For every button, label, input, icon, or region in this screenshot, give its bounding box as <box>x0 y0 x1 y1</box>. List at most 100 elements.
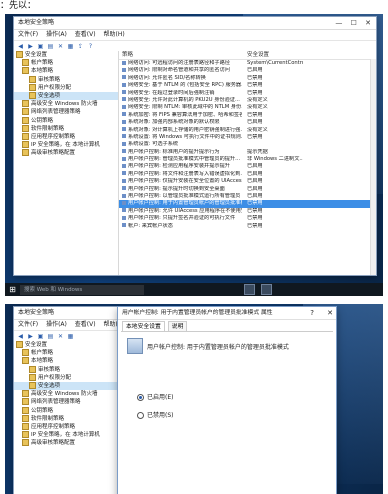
menu-file[interactable]: 文件(F) <box>18 321 38 328</box>
show-tree-icon[interactable]: ▤ <box>47 43 54 50</box>
table-row[interactable]: 网络访问: 可远程访问的注册表路径和子路径 System\CurrentContr… <box>119 60 376 67</box>
back-icon[interactable]: ◀ <box>17 333 24 340</box>
table-row[interactable]: 网络访问: 限制对命名管道和共享的匿名访问 已启用 <box>119 67 376 74</box>
back-icon[interactable]: ◀ <box>17 43 24 50</box>
delete-icon[interactable]: ✕ <box>57 43 64 50</box>
help-button[interactable]: ? <box>310 307 314 319</box>
radio-enabled[interactable]: 已启用(E) <box>137 392 173 401</box>
up-folder-icon[interactable]: ▣ <box>37 43 44 50</box>
tree-item-network-list[interactable]: 网络列表管理器策略 <box>14 108 118 116</box>
menu-action[interactable]: 操作(A) <box>46 321 67 328</box>
menu-action[interactable]: 操作(A) <box>46 31 67 38</box>
tree-item-ip-security[interactable]: IP 安全策略，在 本地计算机 <box>14 431 118 439</box>
tree-item-security-settings[interactable]: 安全设置 <box>14 51 118 59</box>
menu-view[interactable]: 查看(V) <box>75 31 96 38</box>
tree-item-user-rights[interactable]: 用户权限分配 <box>14 373 118 382</box>
table-row[interactable]: 用户帐户控制: 标准用户的提升提示行为 提示凭据 <box>119 149 376 156</box>
tree-item-account-policies[interactable]: 帐户策略 <box>14 59 118 67</box>
properties-icon[interactable]: ▦ <box>67 333 74 340</box>
table-row[interactable]: 用户帐户控制: 只提升签名并验证的可执行文件 已禁用 <box>119 215 376 222</box>
tree-item-security-settings[interactable]: 安全设置 <box>14 341 118 349</box>
table-row[interactable]: 系统设置: 可选子系统 <box>119 141 376 148</box>
vertical-scrollbar[interactable] <box>370 59 376 275</box>
tree-item-firewall[interactable]: 高级安全 Windows 防火墙 <box>14 100 118 108</box>
tree-item-app-control[interactable]: 应用程序控制策略 <box>14 423 118 431</box>
radio-disabled[interactable]: 已禁用(S) <box>137 410 174 419</box>
tree-item-network-list[interactable]: 网络列表管理器策略 <box>14 398 118 406</box>
table-row[interactable]: 系统加密: 将 FIPS 兼容算法用于加密、哈希和签名 已禁用 <box>119 112 376 119</box>
tree-item-advanced-audit[interactable]: 高级审核策略配置 <box>14 439 118 447</box>
table-row[interactable]: 系统设置: 将 Windows 可执行文件中的证书规则... 已禁用 <box>119 134 376 141</box>
table-row[interactable]: 用户帐户控制: 提示提升时切换到安全桌面 已启用 <box>119 186 376 193</box>
tree-item-account-policies[interactable]: 帐户策略 <box>14 349 118 357</box>
taskbar: ⊞ 搜索 Web 和 Windows <box>5 283 383 296</box>
table-row[interactable]: 用户帐户控制: 允许 UIAccess 应用程序在不使用安全... 已禁用 <box>119 208 376 215</box>
show-tree-icon[interactable]: ▤ <box>47 333 54 340</box>
menu-help[interactable]: 帮助(H) <box>104 31 125 38</box>
policy-cell: 网络安全: 限制 NTLM: 审核此域中的 NTLM 身份... <box>122 104 242 111</box>
window-controls[interactable]: — ☐ ✕ <box>335 17 374 29</box>
folder-icon <box>29 92 36 100</box>
table-row[interactable]: 用户帐户控制: 以管理员批准模式运行所有管理员 已启用 <box>119 193 376 200</box>
window-titlebar: 本地安全策略 — ☐ ✕ <box>14 17 376 30</box>
table-row[interactable]: 用户帐户控制: 仅提升安装在安全位置的 UIAccess... 已启用 <box>119 178 376 185</box>
properties-icon[interactable]: ▦ <box>67 43 74 50</box>
tree-item-audit-policy[interactable]: 审核策略 <box>14 75 118 84</box>
table-row[interactable]: 用户帐户控制: 用于内置管理员帐户的管理员批准模式 已禁用 <box>119 200 376 208</box>
screenshot-1: 本地安全策略 — ☐ ✕ 文件(F) 操作(A) 查看(V) 帮助(H) ◀ ▶… <box>5 14 383 296</box>
setting-cell: 已禁用 <box>247 89 263 96</box>
tree-item-ip-security[interactable]: IP 安全策略，在 本地计算机 <box>14 141 118 149</box>
table-row[interactable]: 系统对象: 加强内部系统对象的默认权限 已启用 <box>119 119 376 126</box>
table-row[interactable]: 帐户: 来宾帐户状态 已禁用 <box>119 223 376 230</box>
tree-item-app-control[interactable]: 应用程序控制策略 <box>14 133 118 141</box>
taskbar-search-box[interactable]: 搜索 Web 和 Windows <box>20 284 144 295</box>
table-row[interactable]: 用户帐户控制: 将文件和注册表写入错误虚拟化到... 已启用 <box>119 171 376 178</box>
forward-icon[interactable]: ▶ <box>27 333 34 340</box>
tree-item-public-key[interactable]: 公钥策略 <box>14 406 118 415</box>
policy-icon <box>122 200 126 205</box>
export-icon[interactable]: ⇪ <box>77 43 84 50</box>
table-row[interactable]: 网络安全: 基于 NTLM 的 (包括安全 RPC) 服务器... 已禁用 <box>119 82 376 89</box>
task-view-icon[interactable] <box>244 284 255 295</box>
menu-view[interactable]: 查看(V) <box>75 321 96 328</box>
tree-item-local-policies[interactable]: 本地策略 <box>14 67 118 75</box>
policy-cell: 帐户: 来宾帐户状态 <box>122 223 242 230</box>
setting-cell: 已禁用 <box>247 207 263 214</box>
column-header-policy[interactable]: 策略 <box>122 51 133 59</box>
table-row[interactable]: 网络访问: 允许匿名 SID/名称转换 已禁用 <box>119 75 376 82</box>
up-folder-icon[interactable]: ▣ <box>37 333 44 340</box>
policy-icon <box>122 208 126 213</box>
shield-icon <box>22 141 29 149</box>
tree-item-user-rights[interactable]: 用户权限分配 <box>14 83 118 92</box>
table-row[interactable]: 网络安全: 限制 NTLM: 审核此域中的 NTLM 身份... 没有定义 <box>119 104 376 111</box>
close-button[interactable]: ✕ <box>327 307 333 319</box>
tree-item-software-restriction[interactable]: 软件限制策略 <box>14 414 118 423</box>
help-icon[interactable]: ? <box>87 43 94 50</box>
tree-item-security-options[interactable]: 安全选项 <box>14 382 118 391</box>
table-row[interactable]: 网络安全: 在超过登录时间后强制注销 已禁用 <box>119 90 376 97</box>
delete-icon[interactable]: ✕ <box>57 333 64 340</box>
console-tree: 安全设置 帐户策略 本地策略 审核策略 用户权限分配 安全选项 高级安全 Win… <box>14 51 119 275</box>
tree-item-firewall[interactable]: 高级安全 Windows 防火墙 <box>14 390 118 398</box>
table-row[interactable]: 用户帐户控制: 管理员批准模式中管理员的提升... 非 Windows 二进制文.… <box>119 156 376 163</box>
table-row[interactable]: 网络安全: 允许对此计算机的 PKU2U 身份验证... 没有定义 <box>119 97 376 104</box>
menu-file[interactable]: 文件(F) <box>18 31 38 38</box>
folder-icon <box>22 67 29 75</box>
table-row[interactable]: 用户帐户控制: 检测应用程序安装并提示提升 已启用 <box>119 163 376 170</box>
windows-start-icon[interactable]: ⊞ <box>8 285 17 294</box>
table-row[interactable]: 系统对象: 对计算机上存储的用户密钥强制进行强... 没有定义 <box>119 127 376 134</box>
policy-cell: 网络访问: 可远程访问的注册表路径和子路径 <box>122 60 242 67</box>
column-header-setting[interactable]: 安全设置 <box>247 51 269 59</box>
tree-item-advanced-audit[interactable]: 高级审核策略配置 <box>14 149 118 157</box>
secpol-taskbar-icon[interactable] <box>261 284 272 295</box>
tree-item-public-key[interactable]: 公钥策略 <box>14 116 118 125</box>
radio-disabled-indicator[interactable] <box>137 412 144 419</box>
tree-item-security-options[interactable]: 安全选项 <box>14 92 118 101</box>
tree-item-local-policies[interactable]: 本地策略 <box>14 357 118 365</box>
radio-enabled-indicator[interactable] <box>137 394 144 401</box>
policy-icon <box>122 134 126 139</box>
forward-icon[interactable]: ▶ <box>27 43 34 50</box>
caption-text: ：先以： <box>0 1 37 11</box>
tree-item-audit-policy[interactable]: 审核策略 <box>14 365 118 374</box>
tree-item-software-restriction[interactable]: 软件限制策略 <box>14 124 118 133</box>
